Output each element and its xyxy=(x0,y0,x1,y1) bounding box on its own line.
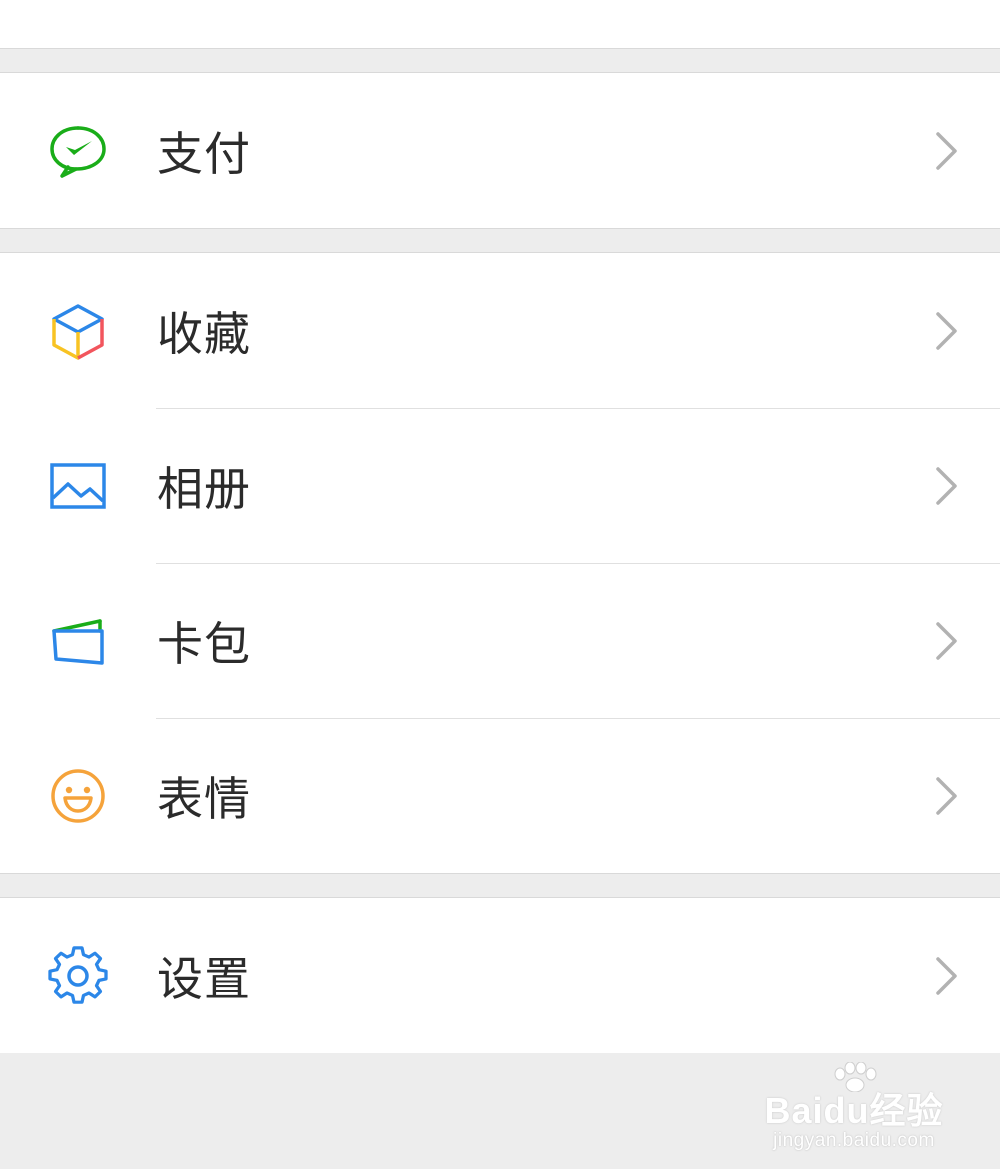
menu-item-album[interactable]: 相册 xyxy=(0,408,1000,563)
content-group: 收藏 相册 卡包 表情 xyxy=(0,252,1000,874)
card-wallet-icon xyxy=(48,611,108,671)
section-gap xyxy=(0,49,1000,72)
top-section xyxy=(0,0,1000,49)
chevron-right-icon xyxy=(934,311,960,351)
menu-item-label: 设置 xyxy=(157,951,251,1006)
chevron-right-icon xyxy=(934,956,960,996)
settings-group: 设置 xyxy=(0,897,1000,1054)
chevron-right-icon xyxy=(934,466,960,506)
menu-item-stickers[interactable]: 表情 xyxy=(0,718,1000,873)
gear-icon xyxy=(48,945,108,1006)
chevron-right-icon xyxy=(934,131,960,171)
menu-item-favorites[interactable]: 收藏 xyxy=(0,253,1000,408)
menu-item-label: 表情 xyxy=(157,771,251,826)
menu-item-label: 卡包 xyxy=(157,616,251,671)
smiley-face-icon xyxy=(48,766,108,826)
chevron-right-icon xyxy=(934,621,960,661)
section-gap xyxy=(0,229,1000,252)
pay-group: 支付 xyxy=(0,72,1000,229)
menu-item-label: 相册 xyxy=(157,461,251,516)
section-gap xyxy=(0,874,1000,897)
watermark-brand: Baidu经验 xyxy=(764,1090,944,1131)
wechat-pay-icon xyxy=(48,121,108,181)
watermark-url: jingyan.baidu.com xyxy=(773,1130,935,1151)
menu-item-label: 收藏 xyxy=(157,306,251,361)
menu-item-card-wallet[interactable]: 卡包 xyxy=(0,563,1000,718)
baidu-watermark: Baidu经验 jingyan.baidu.com xyxy=(764,1062,944,1162)
favorites-cube-icon xyxy=(48,301,108,361)
menu-item-settings[interactable]: 设置 xyxy=(0,898,1000,1053)
menu-item-pay[interactable]: 支付 xyxy=(0,73,1000,228)
album-picture-icon xyxy=(48,456,108,516)
chevron-right-icon xyxy=(934,776,960,816)
menu-item-label: 支付 xyxy=(157,126,251,181)
